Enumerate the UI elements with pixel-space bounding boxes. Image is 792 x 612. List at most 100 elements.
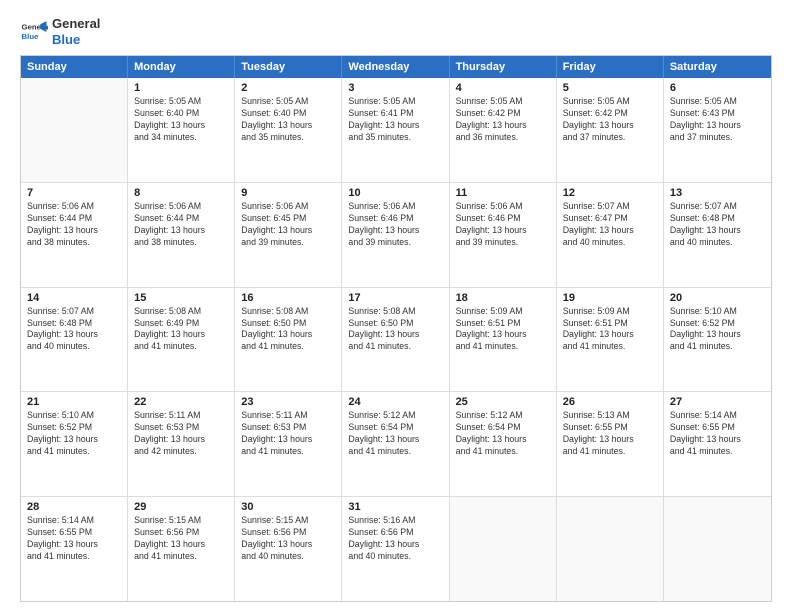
day-number: 23 xyxy=(241,396,335,408)
cell-info: Sunrise: 5:10 AM Sunset: 6:52 PM Dayligh… xyxy=(27,410,121,458)
day-number: 14 xyxy=(27,292,121,304)
day-cell-17: 17 Sunrise: 5:08 AM Sunset: 6:50 PM Dayli… xyxy=(342,288,449,392)
day-cell-23: 23 Sunrise: 5:11 AM Sunset: 6:53 PM Dayli… xyxy=(235,392,342,496)
cell-info: Sunrise: 5:05 AM Sunset: 6:43 PM Dayligh… xyxy=(670,96,765,144)
day-header-thursday: Thursday xyxy=(450,56,557,78)
day-cell-5: 5Sunrise: 5:05 AM Sunset: 6:42 PM Daylig… xyxy=(557,78,664,182)
svg-text:Blue: Blue xyxy=(22,32,40,41)
cell-info: Sunrise: 5:07 AM Sunset: 6:48 PM Dayligh… xyxy=(670,201,765,249)
cell-info: Sunrise: 5:05 AM Sunset: 6:40 PM Dayligh… xyxy=(241,96,335,144)
day-cell-6: 6 Sunrise: 5:05 AM Sunset: 6:43 PM Daylig… xyxy=(664,78,771,182)
day-header-tuesday: Tuesday xyxy=(235,56,342,78)
day-number: 6 xyxy=(670,82,765,94)
day-header-sunday: Sunday xyxy=(21,56,128,78)
cell-info: Sunrise: 5:08 AM Sunset: 6:50 PM Dayligh… xyxy=(241,306,335,354)
logo: General Blue General Blue xyxy=(20,16,100,47)
day-number: 8 xyxy=(134,187,228,199)
week-row-1: 1 Sunrise: 5:05 AM Sunset: 6:40 PM Daylig… xyxy=(21,78,771,183)
day-number: 16 xyxy=(241,292,335,304)
cell-info: Sunrise: 5:05 AM Sunset: 6:40 PM Dayligh… xyxy=(134,96,228,144)
header: General Blue General Blue xyxy=(20,16,772,47)
day-cell-11: 11 Sunrise: 5:06 AM Sunset: 6:46 PM Dayli… xyxy=(450,183,557,287)
cell-info: Sunrise: 5:08 AM Sunset: 6:49 PM Dayligh… xyxy=(134,306,228,354)
day-header-friday: Friday xyxy=(557,56,664,78)
empty-cell-0-0 xyxy=(21,78,128,182)
day-cell-14: 14Sunrise: 5:07 AM Sunset: 6:48 PM Dayli… xyxy=(21,288,128,392)
cell-info: Sunrise: 5:16 AM Sunset: 6:56 PM Dayligh… xyxy=(348,515,442,563)
day-number: 17 xyxy=(348,292,442,304)
day-header-monday: Monday xyxy=(128,56,235,78)
day-number: 11 xyxy=(456,187,550,199)
week-row-3: 14Sunrise: 5:07 AM Sunset: 6:48 PM Dayli… xyxy=(21,288,771,393)
day-cell-31: 31 Sunrise: 5:16 AM Sunset: 6:56 PM Dayli… xyxy=(342,497,449,601)
cell-info: Sunrise: 5:14 AM Sunset: 6:55 PM Dayligh… xyxy=(670,410,765,458)
cell-info: Sunrise: 5:06 AM Sunset: 6:46 PM Dayligh… xyxy=(348,201,442,249)
cell-info: Sunrise: 5:09 AM Sunset: 6:51 PM Dayligh… xyxy=(456,306,550,354)
day-number: 19 xyxy=(563,292,657,304)
cell-info: Sunrise: 5:12 AM Sunset: 6:54 PM Dayligh… xyxy=(348,410,442,458)
day-cell-9: 9Sunrise: 5:06 AM Sunset: 6:45 PM Daylig… xyxy=(235,183,342,287)
day-cell-18: 18 Sunrise: 5:09 AM Sunset: 6:51 PM Dayli… xyxy=(450,288,557,392)
day-cell-4: 4 Sunrise: 5:05 AM Sunset: 6:42 PM Daylig… xyxy=(450,78,557,182)
day-header-wednesday: Wednesday xyxy=(342,56,449,78)
day-number: 29 xyxy=(134,501,228,513)
day-cell-28: 28 Sunrise: 5:14 AM Sunset: 6:55 PM Dayli… xyxy=(21,497,128,601)
day-number: 7 xyxy=(27,187,121,199)
logo-icon: General Blue xyxy=(20,18,48,46)
week-row-5: 28 Sunrise: 5:14 AM Sunset: 6:55 PM Dayli… xyxy=(21,497,771,601)
day-number: 2 xyxy=(241,82,335,94)
cell-info: Sunrise: 5:06 AM Sunset: 6:44 PM Dayligh… xyxy=(134,201,228,249)
cell-info: Sunrise: 5:07 AM Sunset: 6:47 PM Dayligh… xyxy=(563,201,657,249)
day-number: 9 xyxy=(241,187,335,199)
day-cell-8: 8 Sunrise: 5:06 AM Sunset: 6:44 PM Daylig… xyxy=(128,183,235,287)
day-cell-1: 1 Sunrise: 5:05 AM Sunset: 6:40 PM Daylig… xyxy=(128,78,235,182)
day-number: 1 xyxy=(134,82,228,94)
day-cell-19: 19 Sunrise: 5:09 AM Sunset: 6:51 PM Dayli… xyxy=(557,288,664,392)
day-cell-29: 29 Sunrise: 5:15 AM Sunset: 6:56 PM Dayli… xyxy=(128,497,235,601)
cell-info: Sunrise: 5:10 AM Sunset: 6:52 PM Dayligh… xyxy=(670,306,765,354)
cell-info: Sunrise: 5:14 AM Sunset: 6:55 PM Dayligh… xyxy=(27,515,121,563)
day-number: 24 xyxy=(348,396,442,408)
day-number: 13 xyxy=(670,187,765,199)
empty-cell-4-4 xyxy=(450,497,557,601)
calendar-body: 1 Sunrise: 5:05 AM Sunset: 6:40 PM Daylig… xyxy=(21,78,771,601)
day-number: 18 xyxy=(456,292,550,304)
cell-info: Sunrise: 5:06 AM Sunset: 6:46 PM Dayligh… xyxy=(456,201,550,249)
day-cell-26: 26Sunrise: 5:13 AM Sunset: 6:55 PM Dayli… xyxy=(557,392,664,496)
day-number: 22 xyxy=(134,396,228,408)
cell-info: Sunrise: 5:15 AM Sunset: 6:56 PM Dayligh… xyxy=(134,515,228,563)
week-row-2: 7 Sunrise: 5:06 AM Sunset: 6:44 PM Daylig… xyxy=(21,183,771,288)
day-number: 12 xyxy=(563,187,657,199)
cell-info: Sunrise: 5:05 AM Sunset: 6:42 PM Dayligh… xyxy=(563,96,657,144)
day-cell-25: 25Sunrise: 5:12 AM Sunset: 6:54 PM Dayli… xyxy=(450,392,557,496)
day-cell-21: 21 Sunrise: 5:10 AM Sunset: 6:52 PM Dayli… xyxy=(21,392,128,496)
cell-info: Sunrise: 5:11 AM Sunset: 6:53 PM Dayligh… xyxy=(241,410,335,458)
cell-info: Sunrise: 5:08 AM Sunset: 6:50 PM Dayligh… xyxy=(348,306,442,354)
day-number: 10 xyxy=(348,187,442,199)
calendar-header: SundayMondayTuesdayWednesdayThursdayFrid… xyxy=(21,56,771,78)
day-number: 20 xyxy=(670,292,765,304)
day-cell-30: 30 Sunrise: 5:15 AM Sunset: 6:56 PM Dayli… xyxy=(235,497,342,601)
week-row-4: 21 Sunrise: 5:10 AM Sunset: 6:52 PM Dayli… xyxy=(21,392,771,497)
day-number: 3 xyxy=(348,82,442,94)
cell-info: Sunrise: 5:06 AM Sunset: 6:44 PM Dayligh… xyxy=(27,201,121,249)
day-number: 31 xyxy=(348,501,442,513)
day-header-saturday: Saturday xyxy=(664,56,771,78)
day-cell-16: 16 Sunrise: 5:08 AM Sunset: 6:50 PM Dayli… xyxy=(235,288,342,392)
empty-cell-4-5 xyxy=(557,497,664,601)
cell-info: Sunrise: 5:05 AM Sunset: 6:41 PM Dayligh… xyxy=(348,96,442,144)
cell-info: Sunrise: 5:12 AM Sunset: 6:54 PM Dayligh… xyxy=(456,410,550,458)
day-cell-15: 15Sunrise: 5:08 AM Sunset: 6:49 PM Dayli… xyxy=(128,288,235,392)
cell-info: Sunrise: 5:11 AM Sunset: 6:53 PM Dayligh… xyxy=(134,410,228,458)
day-cell-2: 2 Sunrise: 5:05 AM Sunset: 6:40 PM Daylig… xyxy=(235,78,342,182)
day-number: 30 xyxy=(241,501,335,513)
page: General Blue General Blue SundayMondayTu… xyxy=(0,0,792,612)
logo-text: General Blue xyxy=(52,16,100,47)
day-cell-7: 7 Sunrise: 5:06 AM Sunset: 6:44 PM Daylig… xyxy=(21,183,128,287)
day-number: 21 xyxy=(27,396,121,408)
cell-info: Sunrise: 5:09 AM Sunset: 6:51 PM Dayligh… xyxy=(563,306,657,354)
day-number: 4 xyxy=(456,82,550,94)
cell-info: Sunrise: 5:05 AM Sunset: 6:42 PM Dayligh… xyxy=(456,96,550,144)
cell-info: Sunrise: 5:15 AM Sunset: 6:56 PM Dayligh… xyxy=(241,515,335,563)
day-number: 28 xyxy=(27,501,121,513)
